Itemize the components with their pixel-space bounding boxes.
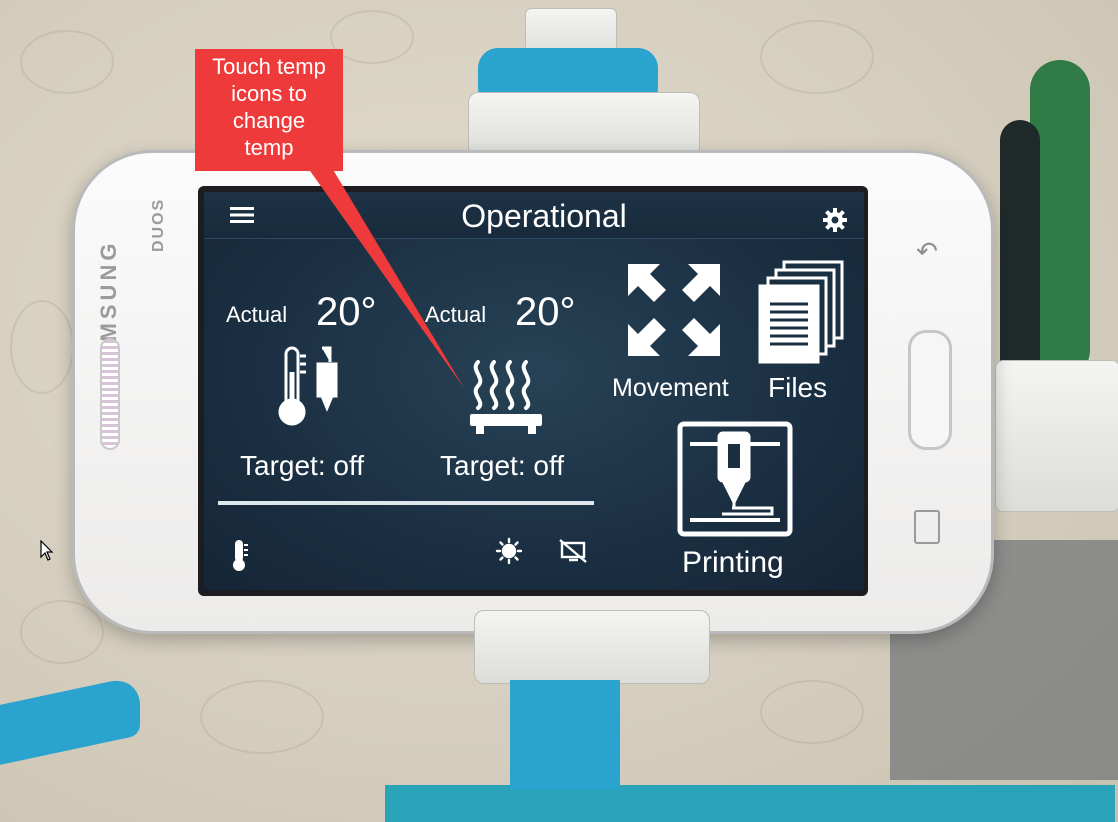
- callout-box: Touch temp icons to change temp: [195, 49, 343, 171]
- callout-line-3: change: [232, 108, 306, 133]
- callout-line-4: temp: [244, 135, 294, 160]
- mouse-cursor-icon: [40, 539, 54, 562]
- callout-line-2: icons to: [231, 81, 307, 106]
- callout-line-1: Touch temp: [212, 54, 326, 79]
- callout-arrow: [308, 168, 464, 388]
